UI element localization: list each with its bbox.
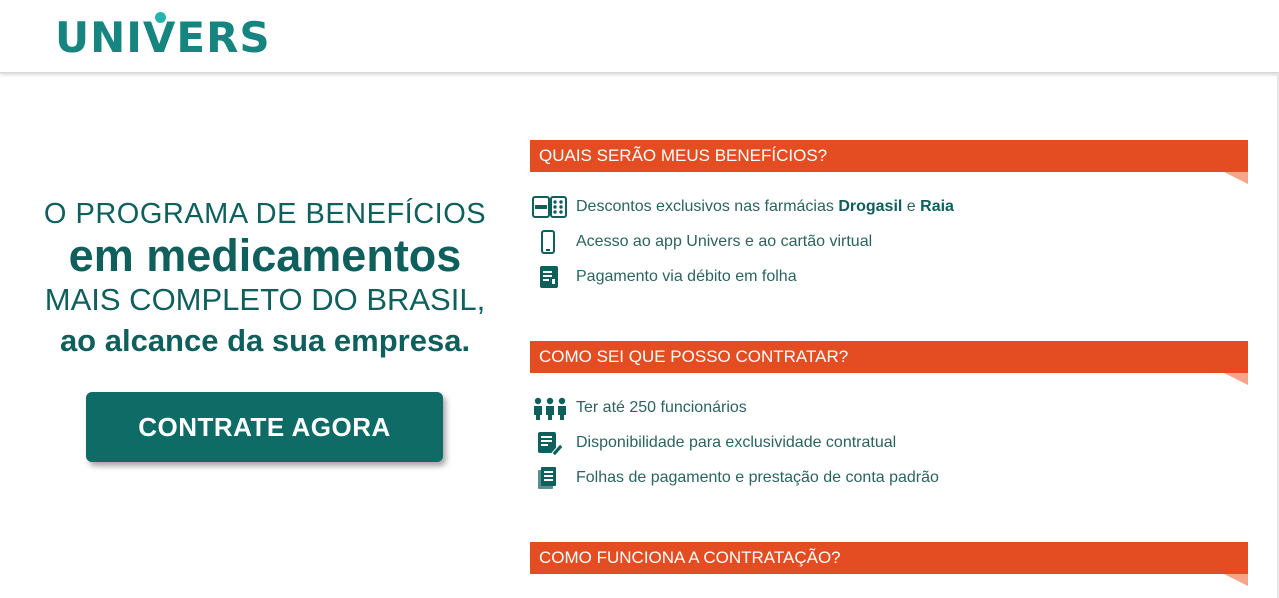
list-item: Acesso ao app Univers e ao cartão virtua… <box>530 224 1248 259</box>
hero-line-4: ao alcance da sua empresa. <box>59 323 471 358</box>
section-title: QUAIS SERÃO MEUS BENEFÍCIOS? <box>539 146 828 165</box>
contrate-agora-button[interactable]: CONTRATE AGORA <box>86 392 443 462</box>
conjunction: e <box>902 197 921 215</box>
list-item: Descontos exclusivos nas farmácias Droga… <box>530 189 1248 224</box>
site-header: UNIVERS <box>0 0 1279 73</box>
benefits-section: QUAIS SERÃO MEUS BENEFÍCIOS? Descontos e… <box>530 140 1248 294</box>
exclusivity-text: Disponibilidade para exclusividade contr… <box>576 433 897 451</box>
list-item: Folhas de pagamento e prestação de conta… <box>530 460 1248 495</box>
drogasil-label: Drogasil <box>838 197 903 215</box>
ribbon-fold <box>1224 172 1248 184</box>
list-item: Ter até 250 funcionários <box>530 390 1248 425</box>
smartphone-icon <box>532 229 568 255</box>
hero-line-3: MAIS COMPLETO DO BRASIL, <box>44 282 486 317</box>
people-icon <box>532 395 568 421</box>
benefit-text: Descontos exclusivos nas farmácias <box>576 197 839 215</box>
contracting-section: COMO FUNCIONA A CONTRATAÇÃO? <box>530 542 1248 586</box>
hero-line-1: O PROGRAMA DE BENEFÍCIOS <box>43 198 487 230</box>
hero-headline: O PROGRAMA DE BENEFÍCIOS em medicamentos… <box>40 195 490 361</box>
payment-text: Pagamento via débito em folha <box>576 267 797 285</box>
payslip-icon <box>532 264 568 290</box>
ribbon-fold <box>1224 574 1248 586</box>
contract-sign-icon <box>532 430 568 456</box>
section-header: QUAIS SERÃO MEUS BENEFÍCIOS? <box>530 140 1248 184</box>
logo-dot-icon <box>155 12 166 23</box>
section-title: COMO FUNCIONA A CONTRATAÇÃO? <box>539 548 841 567</box>
eligibility-section: COMO SEI QUE POSSO CONTRATAR? Ter até 25… <box>530 341 1248 495</box>
payroll-text: Folhas de pagamento e prestação de conta… <box>576 468 939 486</box>
pharmacy-pills-icon <box>532 194 568 220</box>
employees-text: Ter até 250 funcionários <box>576 398 747 416</box>
raia-label: Raia <box>920 197 954 215</box>
list-item: Disponibilidade para exclusividade contr… <box>530 425 1248 460</box>
documents-stack-icon <box>532 465 568 491</box>
hero-line-2: em medicamentos <box>68 230 462 281</box>
ribbon-fold <box>1224 373 1248 385</box>
list-item: Pagamento via débito em folha <box>530 259 1248 294</box>
section-title: COMO SEI QUE POSSO CONTRATAR? <box>539 347 849 366</box>
section-header: COMO FUNCIONA A CONTRATAÇÃO? <box>530 542 1248 586</box>
univers-logo[interactable]: UNIVERS <box>55 12 271 62</box>
section-header: COMO SEI QUE POSSO CONTRATAR? <box>530 341 1248 385</box>
app-access-text: Acesso ao app Univers e ao cartão virtua… <box>576 232 873 250</box>
